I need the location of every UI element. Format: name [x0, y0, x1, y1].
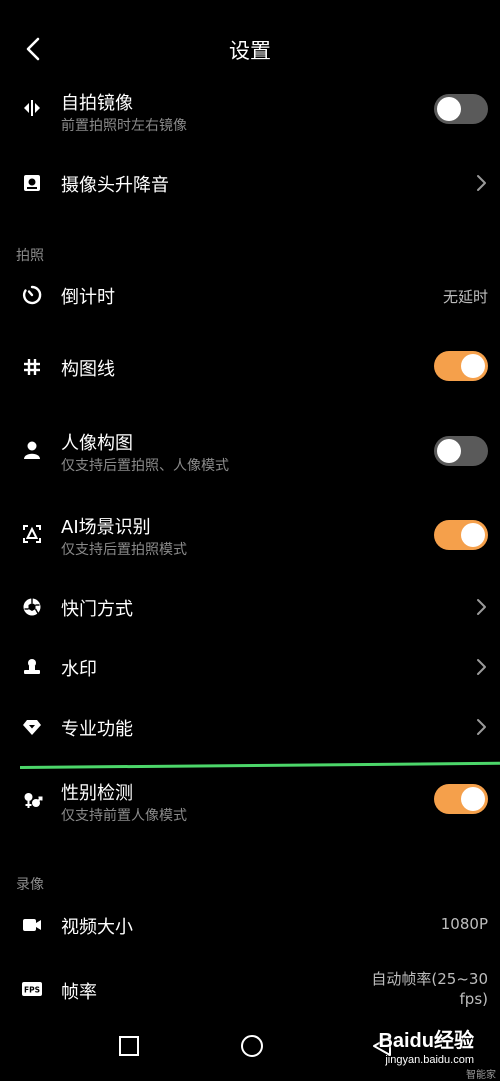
ai-scene-icon	[20, 522, 44, 546]
watermark-url: jingyan.baidu.com	[385, 1054, 474, 1066]
gender-detection-toggle[interactable]	[434, 784, 488, 814]
setting-row-shutter-mode[interactable]: 快门方式	[0, 592, 500, 622]
setting-title: 人像构图	[61, 433, 133, 454]
setting-row-portrait-composition[interactable]: 人像构图 仅支持后置拍照、人像模式	[0, 426, 500, 476]
setting-title: 构图线	[61, 359, 115, 380]
portrait-composition-toggle[interactable]	[434, 436, 488, 466]
header: 设置	[0, 0, 500, 96]
setting-row-watermark[interactable]: 水印	[0, 652, 500, 682]
section-header-photo: 拍照	[16, 248, 44, 264]
setting-row-ai-scene[interactable]: AI场景识别 仅支持后置拍照模式	[0, 510, 500, 560]
grid-icon	[20, 355, 44, 379]
frame-rate-value-line1: 自动帧率(25~30	[371, 970, 488, 988]
camera-rise-icon	[20, 171, 44, 195]
svg-text:FPS: FPS	[24, 986, 40, 995]
setting-title: 性别检测	[61, 783, 133, 804]
setting-subtitle: 前置拍照时左右镜像	[61, 118, 187, 134]
highlight-line	[19, 761, 500, 769]
setting-row-gender-detection[interactable]: 性别检测 仅支持前置人像模式	[0, 776, 500, 826]
chevron-right-icon	[474, 173, 488, 193]
section-header-video: 录像	[16, 877, 44, 893]
timer-icon	[20, 283, 44, 307]
watermark-icon	[20, 655, 44, 679]
watermark-overlay: Baidu经验 jingyan.baidu.com 智能家	[378, 1024, 496, 1081]
setting-title: AI场景识别	[61, 517, 151, 538]
fps-icon: FPS	[20, 977, 44, 1001]
gender-icon	[20, 788, 44, 812]
setting-row-selfie-mirror[interactable]: 自拍镜像 前置拍照时左右镜像	[0, 86, 500, 136]
frame-rate-value-line2: fps)	[459, 990, 488, 1008]
watermark-sub: 智能家	[466, 1070, 496, 1081]
video-size-value: 1080P	[440, 915, 488, 933]
setting-row-frame-rate[interactable]: FPS 帧率 自动帧率(25~30 fps)	[0, 966, 500, 1012]
setting-title: 摄像头升降音	[61, 175, 169, 196]
circle-icon	[241, 1035, 263, 1057]
setting-row-countdown[interactable]: 倒计时 无延时	[0, 280, 500, 310]
shutter-icon	[20, 595, 44, 619]
chevron-right-icon	[474, 657, 488, 677]
setting-title: 帧率	[61, 982, 97, 1003]
countdown-value: 无延时	[442, 288, 488, 306]
setting-title: 视频大小	[61, 917, 133, 938]
mirror-icon	[20, 96, 44, 120]
pro-icon	[20, 715, 44, 739]
grid-lines-toggle[interactable]	[434, 351, 488, 381]
setting-subtitle: 仅支持后置拍照模式	[61, 542, 187, 558]
recents-button[interactable]	[117, 1034, 141, 1058]
setting-subtitle: 仅支持前置人像模式	[61, 808, 187, 824]
chevron-right-icon	[474, 717, 488, 737]
setting-subtitle: 仅支持后置拍照、人像模式	[61, 458, 229, 474]
setting-title: 自拍镜像	[61, 93, 133, 114]
setting-row-pro-features[interactable]: 专业功能	[0, 712, 500, 742]
setting-title: 专业功能	[61, 719, 133, 740]
setting-row-grid-lines[interactable]: 构图线	[0, 350, 500, 384]
setting-row-camera-sound[interactable]: 摄像头升降音	[0, 168, 500, 198]
setting-title: 水印	[61, 659, 97, 680]
portrait-icon	[20, 438, 44, 462]
chevron-right-icon	[474, 597, 488, 617]
video-icon	[20, 913, 44, 937]
setting-title: 倒计时	[61, 287, 115, 308]
page-title: 设置	[229, 39, 271, 63]
home-button[interactable]	[240, 1034, 264, 1058]
watermark-brand: Baidu经验	[378, 1030, 474, 1052]
ai-scene-toggle[interactable]	[434, 520, 488, 550]
setting-row-video-size[interactable]: 视频大小 1080P	[0, 910, 500, 940]
setting-title: 快门方式	[61, 599, 133, 620]
selfie-mirror-toggle[interactable]	[434, 94, 488, 124]
square-icon	[119, 1036, 139, 1056]
